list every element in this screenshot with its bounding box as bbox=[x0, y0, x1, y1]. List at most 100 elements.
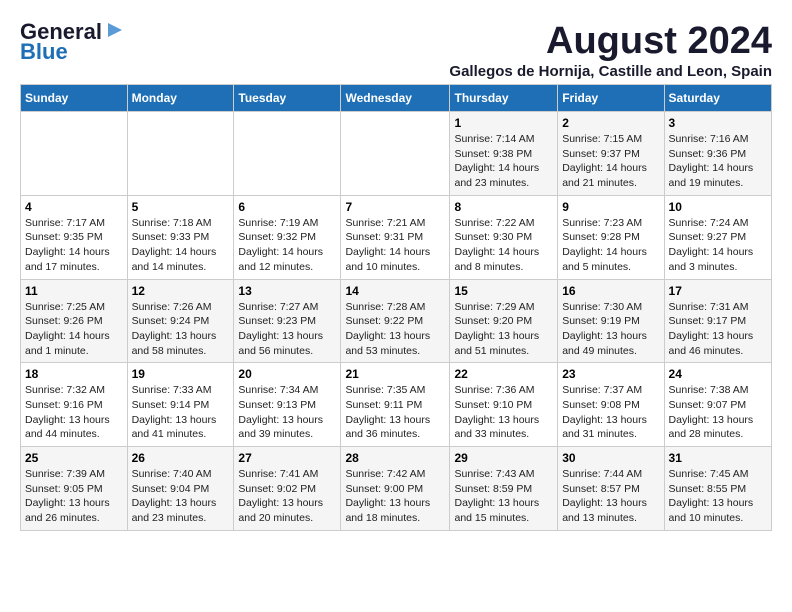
day-number: 8 bbox=[454, 200, 553, 214]
day-info: Sunrise: 7:45 AM Sunset: 8:55 PM Dayligh… bbox=[669, 467, 767, 526]
day-info: Sunrise: 7:30 AM Sunset: 9:19 PM Dayligh… bbox=[562, 300, 659, 359]
subtitle: Gallegos de Hornija, Castille and Leon, … bbox=[449, 63, 772, 80]
day-number: 30 bbox=[562, 451, 659, 465]
title-section: August 2024 Gallegos de Hornija, Castill… bbox=[449, 20, 772, 80]
calendar-cell: 17 Sunrise: 7:31 AM Sunset: 9:17 PM Dayli… bbox=[664, 279, 771, 363]
calendar-cell: 30 Sunrise: 7:44 AM Sunset: 8:57 PM Dayli… bbox=[558, 447, 664, 531]
day-info: Sunrise: 7:14 AM Sunset: 9:38 PM Dayligh… bbox=[454, 132, 553, 191]
calendar-cell: 28Sunrise: 7:42 AM Sunset: 9:00 PM Dayli… bbox=[341, 447, 450, 531]
day-info: Sunrise: 7:33 AM Sunset: 9:14 PM Dayligh… bbox=[132, 383, 230, 442]
logo-blue-text: Blue bbox=[20, 40, 68, 64]
day-info: Sunrise: 7:28 AM Sunset: 9:22 PM Dayligh… bbox=[345, 300, 445, 359]
calendar-header-row: SundayMondayTuesdayWednesdayThursdayFrid… bbox=[21, 85, 772, 112]
day-number: 29 bbox=[454, 451, 553, 465]
calendar-cell: 14 Sunrise: 7:28 AM Sunset: 9:22 PM Dayli… bbox=[341, 279, 450, 363]
day-number: 24 bbox=[669, 367, 767, 381]
calendar-cell: 19 Sunrise: 7:33 AM Sunset: 9:14 PM Dayli… bbox=[127, 363, 234, 447]
day-number: 31 bbox=[669, 451, 767, 465]
header-wednesday: Wednesday bbox=[341, 85, 450, 112]
calendar-cell: 6 Sunrise: 7:19 AM Sunset: 9:32 PM Daylig… bbox=[234, 195, 341, 279]
calendar-cell: 18 Sunrise: 7:32 AM Sunset: 9:16 PM Dayli… bbox=[21, 363, 128, 447]
calendar-cell bbox=[127, 112, 234, 196]
calendar-cell bbox=[21, 112, 128, 196]
day-number: 11 bbox=[25, 284, 123, 298]
day-info: Sunrise: 7:16 AM Sunset: 9:36 PM Dayligh… bbox=[669, 132, 767, 191]
calendar-cell: 24 Sunrise: 7:38 AM Sunset: 9:07 PM Dayli… bbox=[664, 363, 771, 447]
main-title: August 2024 bbox=[449, 20, 772, 63]
day-info: Sunrise: 7:23 AM Sunset: 9:28 PM Dayligh… bbox=[562, 216, 659, 275]
header-friday: Friday bbox=[558, 85, 664, 112]
calendar-cell: 4Sunrise: 7:17 AM Sunset: 9:35 PM Daylig… bbox=[21, 195, 128, 279]
week-row-5: 25Sunrise: 7:39 AM Sunset: 9:05 PM Dayli… bbox=[21, 447, 772, 531]
day-info: Sunrise: 7:37 AM Sunset: 9:08 PM Dayligh… bbox=[562, 383, 659, 442]
day-number: 17 bbox=[669, 284, 767, 298]
calendar-cell: 15 Sunrise: 7:29 AM Sunset: 9:20 PM Dayli… bbox=[450, 279, 558, 363]
day-number: 27 bbox=[238, 451, 336, 465]
day-number: 14 bbox=[345, 284, 445, 298]
day-info: Sunrise: 7:38 AM Sunset: 9:07 PM Dayligh… bbox=[669, 383, 767, 442]
header-saturday: Saturday bbox=[664, 85, 771, 112]
day-info: Sunrise: 7:21 AM Sunset: 9:31 PM Dayligh… bbox=[345, 216, 445, 275]
day-number: 13 bbox=[238, 284, 336, 298]
week-row-2: 4Sunrise: 7:17 AM Sunset: 9:35 PM Daylig… bbox=[21, 195, 772, 279]
calendar-cell: 3 Sunrise: 7:16 AM Sunset: 9:36 PM Daylig… bbox=[664, 112, 771, 196]
page-header: General Blue August 2024 Gallegos de Hor… bbox=[20, 20, 772, 80]
day-number: 18 bbox=[25, 367, 123, 381]
day-number: 22 bbox=[454, 367, 553, 381]
day-info: Sunrise: 7:29 AM Sunset: 9:20 PM Dayligh… bbox=[454, 300, 553, 359]
day-number: 20 bbox=[238, 367, 336, 381]
day-number: 12 bbox=[132, 284, 230, 298]
header-monday: Monday bbox=[127, 85, 234, 112]
day-number: 23 bbox=[562, 367, 659, 381]
calendar-cell: 1 Sunrise: 7:14 AM Sunset: 9:38 PM Daylig… bbox=[450, 112, 558, 196]
header-sunday: Sunday bbox=[21, 85, 128, 112]
calendar-cell: 27 Sunrise: 7:41 AM Sunset: 9:02 PM Dayli… bbox=[234, 447, 341, 531]
calendar-cell bbox=[234, 112, 341, 196]
calendar-table: SundayMondayTuesdayWednesdayThursdayFrid… bbox=[20, 84, 772, 531]
day-info: Sunrise: 7:15 AM Sunset: 9:37 PM Dayligh… bbox=[562, 132, 659, 191]
day-info: Sunrise: 7:39 AM Sunset: 9:05 PM Dayligh… bbox=[25, 467, 123, 526]
day-number: 26 bbox=[132, 451, 230, 465]
day-info: Sunrise: 7:43 AM Sunset: 8:59 PM Dayligh… bbox=[454, 467, 553, 526]
calendar-cell: 8Sunrise: 7:22 AM Sunset: 9:30 PM Daylig… bbox=[450, 195, 558, 279]
day-info: Sunrise: 7:27 AM Sunset: 9:23 PM Dayligh… bbox=[238, 300, 336, 359]
day-info: Sunrise: 7:19 AM Sunset: 9:32 PM Dayligh… bbox=[238, 216, 336, 275]
day-number: 4 bbox=[25, 200, 123, 214]
day-info: Sunrise: 7:18 AM Sunset: 9:33 PM Dayligh… bbox=[132, 216, 230, 275]
day-number: 10 bbox=[669, 200, 767, 214]
day-info: Sunrise: 7:42 AM Sunset: 9:00 PM Dayligh… bbox=[345, 467, 445, 526]
day-number: 19 bbox=[132, 367, 230, 381]
day-info: Sunrise: 7:35 AM Sunset: 9:11 PM Dayligh… bbox=[345, 383, 445, 442]
day-info: Sunrise: 7:40 AM Sunset: 9:04 PM Dayligh… bbox=[132, 467, 230, 526]
calendar-cell: 20 Sunrise: 7:34 AM Sunset: 9:13 PM Dayli… bbox=[234, 363, 341, 447]
day-info: Sunrise: 7:32 AM Sunset: 9:16 PM Dayligh… bbox=[25, 383, 123, 442]
day-number: 1 bbox=[454, 116, 553, 130]
calendar-cell: 9Sunrise: 7:23 AM Sunset: 9:28 PM Daylig… bbox=[558, 195, 664, 279]
day-info: Sunrise: 7:26 AM Sunset: 9:24 PM Dayligh… bbox=[132, 300, 230, 359]
day-number: 6 bbox=[238, 200, 336, 214]
day-number: 3 bbox=[669, 116, 767, 130]
calendar-cell: 7 Sunrise: 7:21 AM Sunset: 9:31 PM Daylig… bbox=[341, 195, 450, 279]
logo: General Blue bbox=[20, 20, 126, 64]
calendar-cell: 22Sunrise: 7:36 AM Sunset: 9:10 PM Dayli… bbox=[450, 363, 558, 447]
day-info: Sunrise: 7:31 AM Sunset: 9:17 PM Dayligh… bbox=[669, 300, 767, 359]
calendar-cell: 13 Sunrise: 7:27 AM Sunset: 9:23 PM Dayli… bbox=[234, 279, 341, 363]
day-number: 15 bbox=[454, 284, 553, 298]
calendar-cell: 5Sunrise: 7:18 AM Sunset: 9:33 PM Daylig… bbox=[127, 195, 234, 279]
header-tuesday: Tuesday bbox=[234, 85, 341, 112]
header-thursday: Thursday bbox=[450, 85, 558, 112]
week-row-1: 1 Sunrise: 7:14 AM Sunset: 9:38 PM Daylig… bbox=[21, 112, 772, 196]
calendar-cell: 21Sunrise: 7:35 AM Sunset: 9:11 PM Dayli… bbox=[341, 363, 450, 447]
day-info: Sunrise: 7:34 AM Sunset: 9:13 PM Dayligh… bbox=[238, 383, 336, 442]
calendar-cell: 2Sunrise: 7:15 AM Sunset: 9:37 PM Daylig… bbox=[558, 112, 664, 196]
week-row-4: 18 Sunrise: 7:32 AM Sunset: 9:16 PM Dayli… bbox=[21, 363, 772, 447]
day-info: Sunrise: 7:41 AM Sunset: 9:02 PM Dayligh… bbox=[238, 467, 336, 526]
calendar-cell: 31 Sunrise: 7:45 AM Sunset: 8:55 PM Dayli… bbox=[664, 447, 771, 531]
day-number: 16 bbox=[562, 284, 659, 298]
day-info: Sunrise: 7:44 AM Sunset: 8:57 PM Dayligh… bbox=[562, 467, 659, 526]
calendar-cell: 29 Sunrise: 7:43 AM Sunset: 8:59 PM Dayli… bbox=[450, 447, 558, 531]
calendar-cell: 23 Sunrise: 7:37 AM Sunset: 9:08 PM Dayli… bbox=[558, 363, 664, 447]
calendar-cell: 12 Sunrise: 7:26 AM Sunset: 9:24 PM Dayli… bbox=[127, 279, 234, 363]
calendar-cell: 16 Sunrise: 7:30 AM Sunset: 9:19 PM Dayli… bbox=[558, 279, 664, 363]
day-number: 7 bbox=[345, 200, 445, 214]
